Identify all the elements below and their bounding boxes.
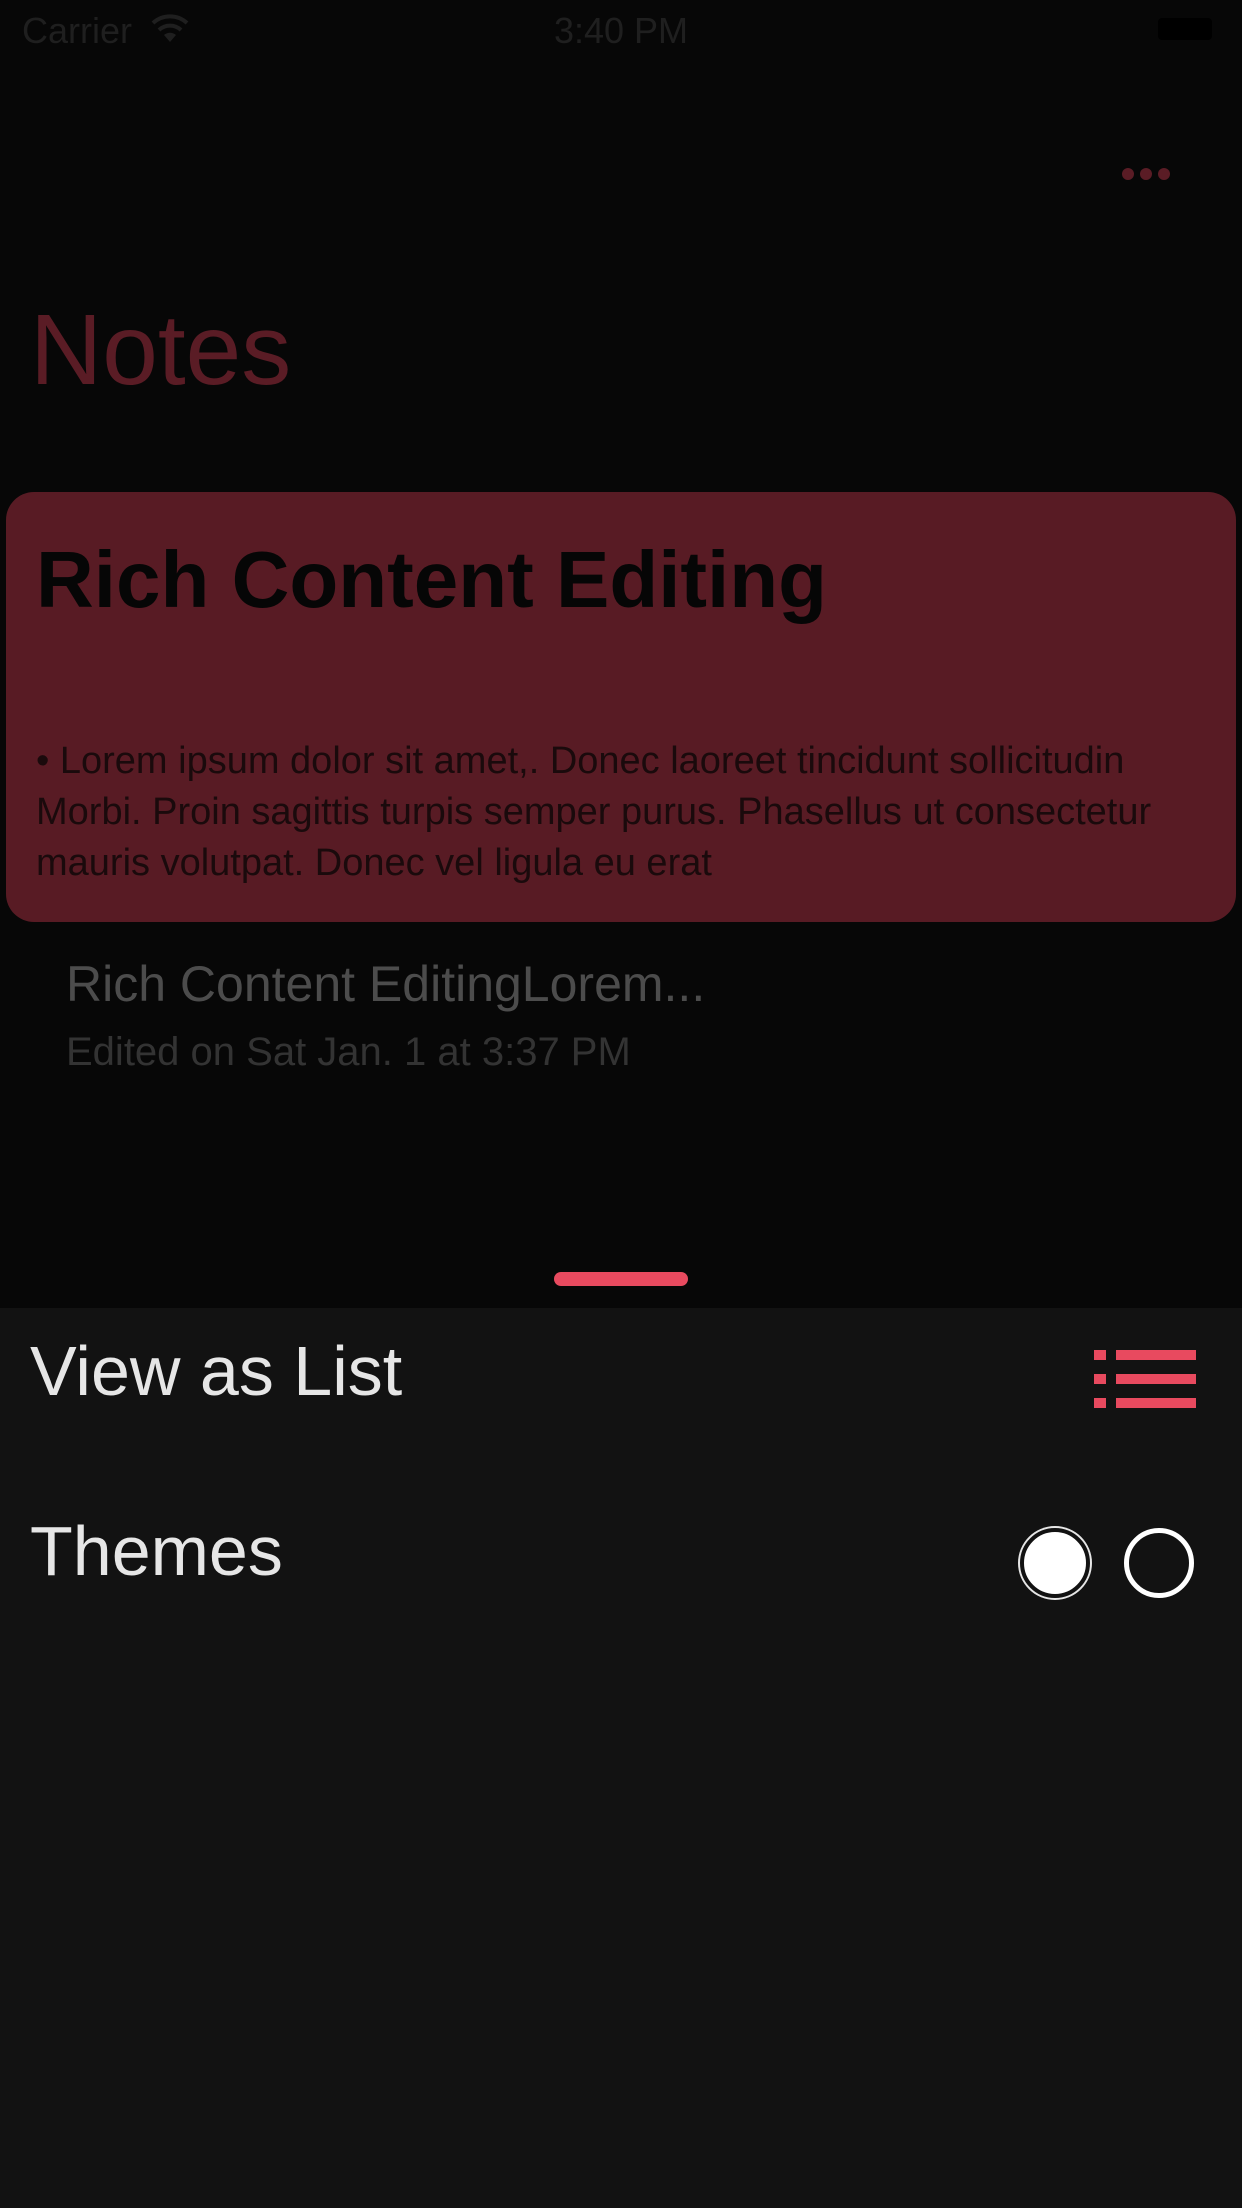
battery-icon: [1158, 18, 1212, 40]
themes-label: Themes: [30, 1512, 283, 1590]
note-card-title: Rich Content Editing: [36, 535, 828, 624]
status-bar: Carrier 3:40 PM: [0, 0, 1242, 60]
sheet-drag-handle[interactable]: [554, 1272, 688, 1286]
view-as-list-row[interactable]: View as List: [0, 1308, 1242, 1428]
list-icon[interactable]: [1094, 1350, 1196, 1408]
view-as-list-label: View as List: [30, 1332, 403, 1410]
note-row-title: Rich Content EditingLorem...: [66, 956, 706, 1012]
theme-light-option[interactable]: [1020, 1528, 1090, 1598]
note-card[interactable]: Rich Content Editing • Lorem ipsum dolor…: [6, 492, 1236, 922]
app-screen: Carrier 3:40 PM Notes Rich Content Editi…: [0, 0, 1242, 2208]
theme-dark-option[interactable]: [1124, 1528, 1194, 1598]
dimmed-backdrop[interactable]: Carrier 3:40 PM Notes Rich Content Editi…: [0, 0, 1242, 1308]
ellipsis-icon[interactable]: [1118, 164, 1174, 184]
page-title: Notes: [30, 294, 292, 406]
status-time: 3:40 PM: [553, 10, 689, 51]
themes-row: Themes: [0, 1488, 1242, 1608]
note-card-body: • Lorem ipsum dolor sit amet,. Donec lao…: [36, 740, 1152, 884]
note-row-edited-date: Edited on Sat Jan. 1 at 3:37 PM: [66, 1030, 631, 1074]
options-sheet: View as List Themes: [0, 1308, 1242, 2208]
